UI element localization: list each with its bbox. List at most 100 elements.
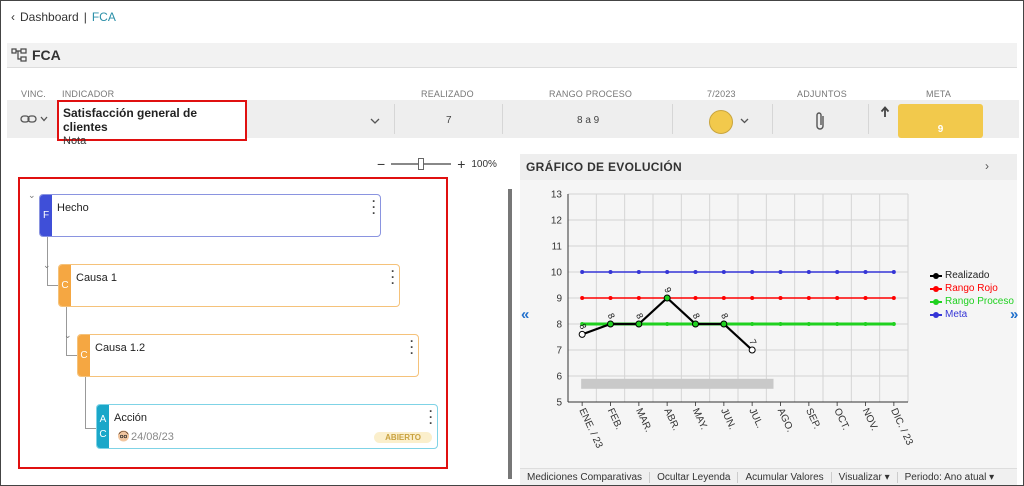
data-point [835,270,840,274]
data-point [693,296,698,300]
data-point [863,270,868,274]
chevron-left-icon[interactable]: ‹ [11,10,15,24]
data-point [663,294,671,302]
action-date: 24/08/23 [131,431,174,443]
breadcrumb: ‹ Dashboard | FCA [11,10,116,24]
collapse-caret-icon[interactable]: ⌄ [64,330,72,341]
breadcrumb-dashboard-link[interactable]: Dashboard [20,10,79,24]
hide-legend-button[interactable]: Ocultar Leyenda [650,472,739,483]
paperclip-icon[interactable] [813,110,827,132]
chevron-right-icon[interactable]: › [985,159,989,173]
collapse-caret-icon[interactable]: ⌄ [28,190,36,201]
kebab-menu-icon[interactable]: · · · [429,405,433,429]
y-tick-label: 13 [551,190,563,201]
x-axis: ENE. / 23 FEB. MAR. ABR. MAY. JUN. JUL. AGO. SEP… [568,401,915,451]
data-point [748,346,756,354]
data-point [891,296,896,300]
status-indicator[interactable] [709,110,733,134]
y-tick-label: 9 [556,294,562,305]
cell-separator [394,104,395,134]
legend-label: Meta [945,309,968,320]
cell-separator [772,104,773,134]
title-divider [7,67,1017,68]
cell-separator [672,104,673,134]
data-point [778,270,783,274]
indicator-unit: Nota [63,135,87,147]
cause-tree: ⌄ F Hecho · · · ⌄ C Causa 1 · · · ⌄ C Causa … [18,177,448,469]
accumulate-values-button[interactable]: Acumular Valores [738,472,832,483]
data-point [891,270,896,274]
panel-divider[interactable] [508,189,512,479]
x-tick-label: NOV. [860,407,880,433]
data-point [636,270,641,274]
status-dropdown-icon[interactable] [740,118,749,124]
y-tick-label: 10 [551,268,563,279]
y-tick-label: 5 [556,398,562,409]
period-dropdown[interactable]: Periodo: Ano atual ▾ [898,472,1002,483]
tree-node-accion[interactable]: A C Acción 24/08/23 ABIERTO · · · [96,404,438,449]
avatar [118,430,129,442]
zoom-out-button[interactable]: − [377,156,385,172]
zoom-in-button[interactable]: + [457,156,465,172]
node-type-tag: F [40,195,52,236]
node-type-tag: C [78,335,90,376]
zoom-value: 100% [471,158,497,170]
data-point [635,320,643,328]
realizado-value: 7 [446,115,452,126]
tree-node-causa-1-2[interactable]: C Causa 1.2 · · · [77,334,419,377]
data-point [835,322,840,326]
x-tick-label: ABR. [661,407,681,433]
kebab-menu-icon[interactable]: · · · [372,195,376,219]
data-point [750,270,755,274]
indicator-selector[interactable]: Satisfacción general de clientes Nota [57,100,247,147]
chart-legend[interactable]: Realizado Rango Rojo Rango Proceso Meta [930,269,1014,321]
col-header-meta: META [926,89,952,99]
cell-separator [868,104,869,134]
chart-panel-header: GRÁFICO DE EVOLUCIÓN › [520,154,1017,180]
collapse-caret-icon[interactable]: ⌄ [43,260,51,271]
y-tick-label: 6 [556,372,562,383]
meta-value-box: 9 [898,104,983,138]
node-label: Causa 1.2 [95,342,146,354]
kebab-menu-icon[interactable]: · · · [391,265,395,289]
legend-item-realizado[interactable]: Realizado [930,269,1014,282]
tree-node-causa-1[interactable]: C Causa 1 · · · [58,264,400,307]
x-tick-label: DIC. / 23 [888,407,915,448]
data-point [608,296,613,300]
legend-label: Realizado [945,270,990,281]
node-type-tag: A C [97,405,109,448]
y-tick-label: 12 [551,216,563,227]
x-tick-label: ENE. / 23 [576,407,604,451]
comparative-measurements-button[interactable]: Mediciones Comparativas [520,472,651,483]
link-icon[interactable] [20,114,37,124]
data-point [806,322,811,326]
data-point [607,320,614,328]
arrow-up-icon [880,106,890,117]
cell-separator [502,104,503,134]
x-tick-label: JUN. [718,407,737,432]
x-tick-label: AGO. [775,407,796,434]
zoom-slider[interactable] [391,158,452,170]
chevron-down-icon[interactable] [40,116,48,122]
rango-value: 8 a 9 [577,115,600,126]
x-tick-label: JUL. [746,407,765,430]
legend-item-rango-proceso[interactable]: Rango Proceso [930,295,1014,308]
col-header-realizado: REALIZADO [421,89,474,99]
col-header-period: 7/2023 [707,89,736,99]
legend-swatch [930,311,942,318]
kebab-menu-icon[interactable]: · · · [410,335,414,359]
indicator-dropdown-icon[interactable] [370,118,380,125]
chart-band [581,378,774,389]
data-point [580,296,585,300]
zoom-control: − + 100% [377,156,497,172]
legend-item-meta[interactable]: Meta [930,308,1014,321]
visualize-dropdown[interactable]: Visualizar ▾ [832,472,898,483]
data-point [778,296,783,300]
data-point [636,296,641,300]
data-point [721,270,726,274]
legend-item-rango-rojo[interactable]: Rango Rojo [930,282,1014,295]
tree-node-hecho[interactable]: F Hecho · · · [39,194,381,237]
indicator-name: Satisfacción general de clientes [63,106,198,134]
data-point [835,296,840,300]
zoom-slider-knob[interactable] [418,158,425,170]
